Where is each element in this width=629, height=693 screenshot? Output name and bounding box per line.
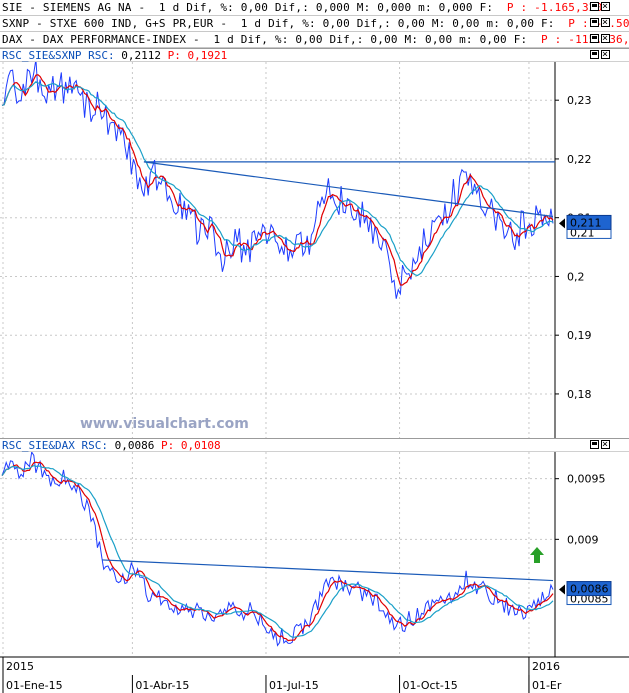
last-value-label: 0,211 — [570, 216, 602, 229]
symbol-p-value: P : -115.836,56 — [541, 33, 629, 46]
watermark-text: www.visualchart.com — [80, 416, 249, 432]
date-label: 01-Er — [532, 679, 562, 692]
trendline — [143, 161, 554, 218]
moving-average-fast — [1, 461, 554, 642]
panel2-header: RSC_SIE&DAX RSC: 0,0086 P: 0,0108 — [0, 438, 629, 452]
panel2-p-value: 0,0108 — [180, 439, 221, 452]
y-tick-label: 0,19 — [567, 329, 592, 342]
date-label: 01-Oct-15 — [403, 679, 458, 692]
rsc-price-line — [1, 452, 554, 647]
restore-icon[interactable] — [590, 440, 599, 449]
close-icon[interactable] — [601, 50, 610, 59]
moving-average-slow — [1, 464, 554, 638]
restore-icon[interactable] — [590, 34, 599, 43]
y-tick-label: 0,2 — [567, 270, 585, 283]
close-icon[interactable] — [601, 34, 610, 43]
symbol-row-sie: SIE - SIEMENS AG NA - 1 d Dif, %: 0,00 D… — [0, 0, 629, 16]
panel2-p-label: P: — [160, 439, 175, 452]
y-tick-label: 0,23 — [567, 94, 592, 107]
y-tick-label: 0,18 — [567, 388, 592, 401]
symbol-row-dax: DAX - DAX PERFORMANCE-INDEX - 1 d Dif, %… — [0, 32, 629, 48]
panel2-value: 0,0086 — [114, 439, 155, 452]
trendline — [102, 559, 554, 582]
last-value-label: 0,0086 — [570, 583, 609, 596]
restore-icon[interactable] — [590, 2, 599, 11]
y-tick-label: 0,0095 — [567, 473, 606, 486]
panel2-label: RSC_SIE&DAX RSC: — [2, 439, 108, 452]
close-icon[interactable] — [601, 2, 610, 11]
date-label: 01-Jul-15 — [269, 679, 319, 692]
date-label: 01-Abr-15 — [135, 679, 189, 692]
year-label: 2016 — [532, 660, 560, 673]
rsc-sie-dax-chart[interactable]: 0,00950,0090,00850,00862015 201601-Ene-15… — [0, 452, 629, 693]
y-axis-area — [555, 62, 629, 438]
symbol-p-value: P : -1.165,320 — [506, 1, 603, 14]
panel1-p-value: 0,1921 — [187, 49, 228, 62]
date-label: 01-Ene-15 — [6, 679, 63, 692]
green-up-arrow-icon — [530, 547, 544, 563]
restore-icon[interactable] — [590, 50, 599, 59]
symbol-text: DAX - DAX PERFORMANCE-INDEX - 1 d Dif, %… — [2, 33, 528, 46]
rsc-price-line — [1, 62, 554, 299]
year-label: 2015 — [6, 660, 34, 673]
symbol-row-sxnp: SXNP - STXE 600 IND, G+S PR,EUR - 1 d Di… — [0, 16, 629, 32]
close-icon[interactable] — [601, 440, 610, 449]
symbol-text: SXNP - STXE 600 IND, G+S PR,EUR - 1 d Di… — [2, 17, 555, 30]
panel1-label: RSC_SIE&SXNP RSC: — [2, 49, 115, 62]
y-tick-label: 0,22 — [567, 153, 592, 166]
rsc-sie-sxnp-chart[interactable]: 0,230,220,210,20,190,180,210,211www.visu… — [0, 62, 629, 438]
panel1-header: RSC_SIE&SXNP RSC: 0,2112 P: 0,1921 — [0, 48, 629, 62]
restore-icon[interactable] — [590, 18, 599, 27]
symbol-text: SIE - SIEMENS AG NA - 1 d Dif, %: 0,00 D… — [2, 1, 494, 14]
panel1-p-label: P: — [167, 49, 181, 62]
close-icon[interactable] — [601, 18, 610, 27]
y-tick-label: 0,009 — [567, 533, 599, 546]
panel1-value: 0,2112 — [121, 49, 161, 62]
